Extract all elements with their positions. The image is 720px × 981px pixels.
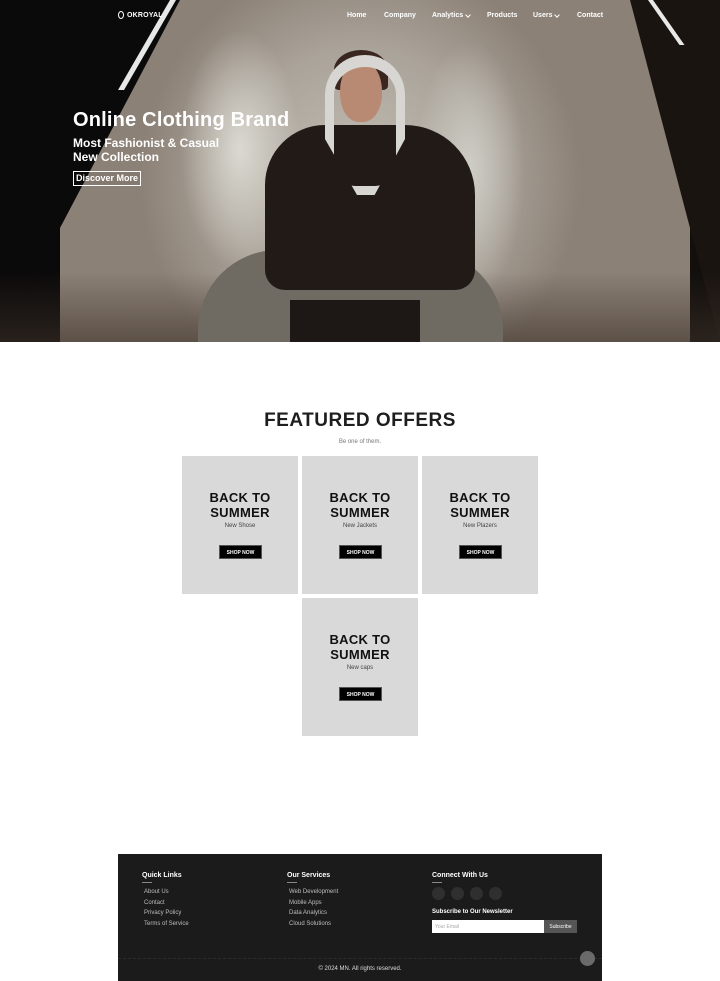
offer-card-subtitle: New Jackets (342, 523, 377, 529)
nav-item-home[interactable]: Home (347, 12, 366, 19)
footer-link-data-analytics[interactable]: Data Analytics (287, 908, 338, 919)
hero-title: Online Clothing Brand (73, 109, 290, 131)
heading-underline (287, 882, 297, 883)
footer: Quick Links About Us Contact Privacy Pol… (118, 854, 602, 981)
offer-card: BACK TO SUMMER New Plazers SHOP NOW (422, 456, 538, 594)
nav-item-label: Home (347, 12, 367, 19)
subscribe-button[interactable]: Subscribe (544, 920, 577, 933)
social-icon-2[interactable] (451, 887, 464, 900)
offer-card-title: BACK TO SUMMER (182, 490, 298, 520)
shop-now-button[interactable]: SHOP NOW (219, 545, 262, 559)
newsletter-form: Subscribe (432, 920, 577, 933)
offer-card-title-line: BACK TO (209, 490, 271, 505)
offer-card-title-line: SUMMER (330, 647, 390, 662)
footer-link-about-us[interactable]: About Us (142, 887, 189, 898)
footer-link-contact[interactable]: Contact (142, 898, 189, 909)
offer-card: BACK TO SUMMER New Jackets SHOP NOW (302, 456, 418, 594)
featured-offers-subtitle: Be one of them. (338, 439, 382, 445)
footer-connect: Connect With Us Subscribe to Our Newslet… (432, 872, 577, 933)
nav-item-label: Analytics (432, 12, 464, 19)
footer-link-mobile-apps[interactable]: Mobile Apps (287, 898, 338, 909)
offer-card-title: BACK TO SUMMER (302, 490, 418, 520)
hero-subtitle-line-1: Most Fashionist & Casual (73, 136, 220, 150)
shop-now-button[interactable]: SHOP NOW (459, 545, 502, 559)
hero-section: OKROYAL Home Company Analytics Products … (0, 0, 720, 342)
offer-card-title-line: BACK TO (329, 490, 391, 505)
discover-more-button[interactable]: Discover More (73, 171, 142, 186)
offer-card-title-line: SUMMER (210, 505, 270, 520)
shop-now-button[interactable]: SHOP NOW (339, 545, 382, 559)
nav-item-analytics[interactable]: Analytics (432, 11, 471, 19)
footer-heading: Connect With Us (432, 872, 488, 879)
newsletter-email-input[interactable] (432, 920, 544, 933)
offer-card: BACK TO SUMMER New Shose SHOP NOW (182, 456, 298, 594)
nav-item-products[interactable]: Products (487, 12, 517, 19)
hero-subtitle: Most Fashionist & Casual New Collection (73, 136, 219, 164)
nav-item-users[interactable]: Users (533, 11, 561, 19)
newsletter-title: Subscribe to Our Newsletter (432, 909, 513, 915)
nav-menu: Home Company Analytics Products Users Co… (0, 11, 720, 24)
offer-card-subtitle: New caps (346, 665, 374, 671)
nav-item-label: Users (533, 12, 553, 19)
nav-item-label: Products (487, 12, 518, 19)
footer-heading: Quick Links (142, 872, 182, 879)
footer-link-web-development[interactable]: Web Development (287, 887, 338, 898)
offer-card-title-line: SUMMER (450, 505, 510, 520)
social-icon-1[interactable] (432, 887, 445, 900)
heading-underline (432, 882, 442, 883)
offer-card-title-line: SUMMER (330, 505, 390, 520)
offer-card-title: BACK TO SUMMER (302, 632, 418, 662)
hero-subtitle-line-2: New Collection (73, 150, 160, 164)
nav-item-contact[interactable]: Contact (577, 12, 603, 19)
footer-link-cloud-solutions[interactable]: Cloud Solutions (287, 919, 338, 930)
nav-item-label: Company (384, 12, 416, 19)
navbar: OKROYAL Home Company Analytics Products … (0, 0, 720, 34)
offer-card-title-line: BACK TO (449, 490, 511, 505)
scroll-to-top-button[interactable] (580, 951, 595, 966)
featured-offers-title: FEATURED OFFERS (264, 410, 456, 431)
offer-card-title-line: BACK TO (329, 632, 391, 647)
social-icon-3[interactable] (470, 887, 483, 900)
copyright-text: © 2024 MN. All rights reserved. (318, 966, 402, 972)
footer-link-terms-of-service[interactable]: Terms of Service (142, 919, 189, 930)
chevron-down-icon (465, 11, 471, 18)
footer-divider (118, 958, 602, 959)
footer-heading: Our Services (287, 872, 331, 879)
nav-item-label: Contact (577, 12, 604, 19)
offer-card: BACK TO SUMMER New caps SHOP NOW (302, 598, 418, 736)
footer-services: Our Services Web Development Mobile Apps… (287, 872, 338, 929)
footer-quick-links: Quick Links About Us Contact Privacy Pol… (142, 872, 189, 929)
shop-now-button[interactable]: SHOP NOW (339, 687, 382, 701)
heading-underline (142, 882, 152, 883)
footer-link-privacy-policy[interactable]: Privacy Policy (142, 908, 189, 919)
nav-item-company[interactable]: Company (384, 12, 416, 19)
offer-card-subtitle: New Shose (224, 523, 256, 529)
offer-card-subtitle: New Plazers (463, 523, 497, 529)
model-seat (290, 300, 420, 342)
social-links (432, 887, 577, 900)
offer-card-title: BACK TO SUMMER (422, 490, 538, 520)
social-icon-4[interactable] (489, 887, 502, 900)
chevron-down-icon (554, 11, 561, 18)
